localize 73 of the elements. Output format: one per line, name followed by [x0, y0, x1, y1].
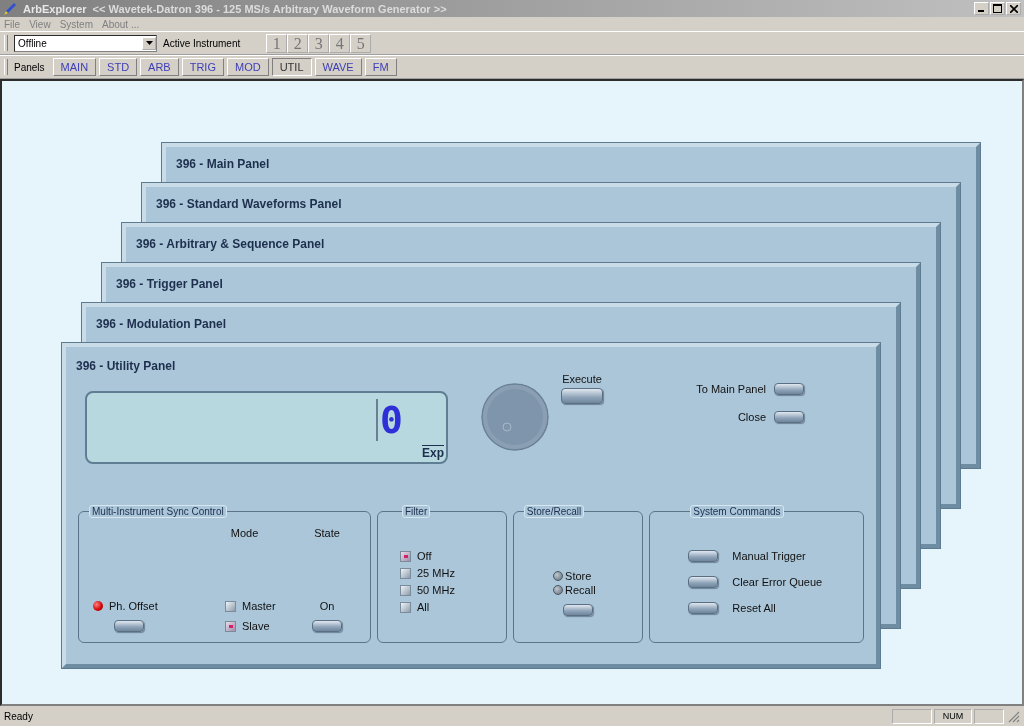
push-button[interactable]	[114, 620, 144, 632]
column-header: Mode	[230, 527, 259, 539]
close-button[interactable]	[1006, 2, 1021, 15]
toggle-square[interactable]	[400, 601, 411, 613]
pen-icon	[3, 1, 17, 16]
push-button[interactable]	[774, 383, 804, 395]
option-label: Slave	[242, 620, 270, 632]
button-label: To Main Panel	[696, 383, 766, 395]
status-panel	[892, 708, 932, 724]
group-title: Store/Recall	[523, 505, 585, 518]
display-unit: Exp	[422, 445, 444, 460]
option-label: Ph. Offset	[109, 600, 158, 612]
maximize-icon	[993, 4, 1002, 13]
radio-button[interactable]	[553, 571, 564, 581]
close-icon	[1009, 4, 1018, 13]
option-label: Recall	[565, 584, 596, 596]
execute-label: Execute	[562, 373, 602, 385]
toolbar-label: Panels	[14, 61, 45, 73]
execute-button[interactable]	[561, 388, 603, 404]
resize-grip-icon	[1006, 709, 1020, 723]
option-label: Master	[242, 600, 276, 612]
panel-title: 396 - Utility Panel	[76, 359, 176, 373]
toggle-square[interactable]	[400, 567, 411, 579]
num-lock-indicator: NUM	[934, 708, 972, 724]
push-button[interactable]	[688, 602, 719, 614]
panel-tab[interactable]: WAVE	[314, 58, 362, 76]
option-label: All	[417, 601, 430, 613]
button-label: Clear Error Queue	[732, 576, 823, 588]
minimize-button[interactable]	[974, 2, 989, 15]
panel-tab[interactable]: MOD	[227, 58, 269, 76]
option-label: 25 MHz	[417, 567, 455, 579]
group-title: System Commands	[690, 505, 784, 518]
push-button[interactable]	[563, 604, 594, 616]
instrument-dropdown[interactable]: Offline	[14, 34, 157, 52]
maximize-button[interactable]	[990, 2, 1005, 15]
window-title: << Wavetek-Datron 396 - 125 MS/s Arbitrary Waveform Generator >>	[92, 2, 448, 15]
push-button[interactable]	[688, 576, 719, 588]
button-label: Close	[737, 411, 766, 423]
button-label: Reset All	[732, 602, 776, 614]
radio-button[interactable]	[553, 585, 564, 595]
panel-title: 396 - Trigger Panel	[116, 277, 223, 291]
rotary-knob[interactable]	[481, 383, 549, 451]
push-button[interactable]	[312, 620, 342, 632]
panel-tab[interactable]: FM	[364, 58, 397, 76]
push-button[interactable]	[774, 411, 804, 423]
group-title: Multi-Instrument Sync Control	[89, 505, 227, 518]
button-label: Manual Trigger	[732, 550, 806, 562]
display-value: 0	[376, 399, 403, 441]
panel-title: 396 - Modulation Panel	[96, 317, 227, 331]
group-title: Filter	[402, 505, 431, 518]
dropdown-arrow-icon	[145, 41, 153, 45]
panel-tab[interactable]: MAIN	[52, 58, 97, 76]
toolbar-label: Active Instrument	[163, 37, 241, 49]
app-name: ArbExplorer	[23, 2, 87, 15]
toggle-square[interactable]	[400, 550, 411, 562]
panel-tab[interactable]: UTIL	[271, 58, 312, 76]
toggle-square[interactable]	[400, 584, 411, 596]
panel-tab[interactable]: STD	[99, 58, 138, 76]
panel-tab[interactable]: TRIG	[181, 58, 224, 76]
panel-title: 396 - Main Panel	[176, 157, 270, 171]
panel-title: 396 - Standard Waveforms Panel	[156, 197, 342, 211]
toggle-square[interactable]	[225, 600, 236, 612]
toggle-square[interactable]	[225, 620, 236, 632]
push-button[interactable]	[688, 550, 719, 562]
option-label: 50 MHz	[417, 584, 455, 596]
column-header: State	[314, 527, 340, 539]
status-text: Ready	[4, 710, 34, 722]
panel-tab[interactable]: ARB	[140, 58, 179, 76]
panel-title: 396 - Arbitrary & Sequence Panel	[136, 237, 325, 251]
state-value: On	[319, 600, 335, 612]
option-label: Store	[565, 570, 592, 582]
option-label: Off	[417, 550, 432, 562]
status-panel	[974, 708, 1004, 724]
